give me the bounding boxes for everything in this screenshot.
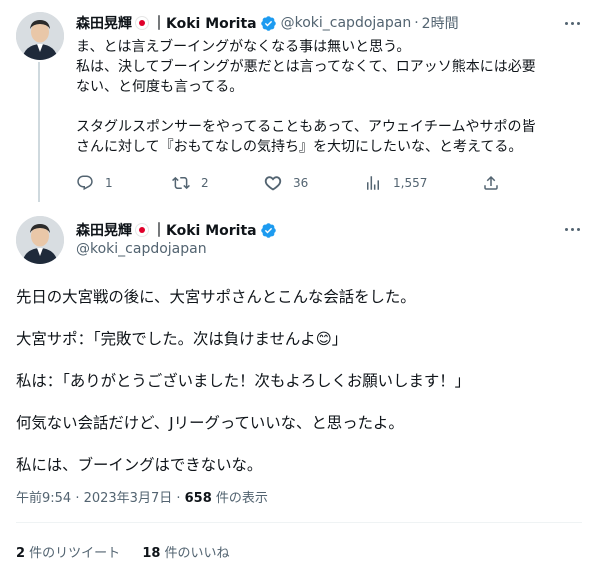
reply-button[interactable]: 1 xyxy=(76,174,113,192)
views-label: 件の表示 xyxy=(211,491,268,506)
reply-line: さんに対して『おもてなしの気持ち』を大切にしたいな、と考えてる。 xyxy=(76,139,523,155)
views-button[interactable]: 1,557 xyxy=(364,174,427,192)
share-icon xyxy=(484,175,498,190)
like-count: 36 xyxy=(293,176,309,190)
tweet-stats: 2 件のリツイート 18 件のいいね xyxy=(16,542,248,561)
thread-line xyxy=(38,62,40,202)
separator: · xyxy=(414,15,419,31)
main-paragraph: 何気ない会話だけど、Jリーグっていいな、と思ったよ。 xyxy=(16,414,404,432)
retweets-stat[interactable]: 2 件のリツイート xyxy=(16,546,120,561)
main-text: 先日の大宮戦の後に、大宮サポさんとこんな会話をした。 大宮サポ：「完敗でした。次… xyxy=(16,286,470,496)
main-paragraph: 先日の大宮戦の後に、大宮サポさんとこんな会話をした。 xyxy=(16,288,416,306)
reply-actions: 1 2 36 1,557 xyxy=(76,174,506,194)
avatar[interactable] xyxy=(16,216,64,264)
retweet-count: 2 xyxy=(201,176,209,190)
author-name[interactable]: 森田晃輝 xyxy=(76,220,132,240)
author-name-suffix[interactable]: ｜Koki Morita xyxy=(152,13,257,33)
main-paragraph: 大宮サポ：「完敗でした。次は負けませんよ😊」 xyxy=(16,330,348,348)
flag-icon xyxy=(135,223,149,237)
retweets-number: 2 xyxy=(16,546,26,561)
divider xyxy=(16,522,582,523)
reply-icon xyxy=(77,175,93,191)
tweet-meta: 午前9:54 · 2023年3月7日 · 658 件の表示 xyxy=(16,487,268,506)
author-handle[interactable]: @koki_capdojapan xyxy=(281,15,412,31)
reply-line: ま、とは言えブーイングがなくなる事は無いと思う。 xyxy=(76,39,411,55)
like-icon xyxy=(264,176,282,191)
retweet-button[interactable]: 2 xyxy=(172,174,209,192)
retweet-icon xyxy=(172,176,190,190)
tweet-time[interactable]: 2時間 xyxy=(422,13,459,33)
author-handle[interactable]: @koki_capdojapan xyxy=(76,241,207,257)
reply-text: ま、とは言えブーイングがなくなる事は無いと思う。 私は、決してブーイングが悪だと… xyxy=(76,37,536,157)
reply-header: 森田晃輝 ｜Koki Morita @koki_capdojapan · 2時間 xyxy=(76,13,459,33)
main-paragraph: 私は：「ありがとうございました！次もよろしくお願いします！」 xyxy=(16,372,471,390)
views-count: 1,557 xyxy=(393,176,428,190)
likes-stat[interactable]: 18 件のいいね xyxy=(142,546,229,561)
views-number: 658 xyxy=(184,491,212,506)
main-handle-row: @koki_capdojapan xyxy=(76,241,207,257)
more-icon[interactable] xyxy=(562,13,582,33)
author-name[interactable]: 森田晃輝 xyxy=(76,13,132,33)
avatar[interactable] xyxy=(16,12,64,60)
verified-icon xyxy=(260,222,276,238)
reply-line xyxy=(76,97,536,117)
tweet-timestamp[interactable]: 午前9:54 · 2023年3月7日 · xyxy=(16,491,185,506)
reply-line: 私は、決してブーイングが悪だとは言ってなくて、ロアッソ熊本には必要 xyxy=(76,59,536,75)
likes-number: 18 xyxy=(142,546,161,561)
like-button[interactable]: 36 xyxy=(264,174,308,192)
flag-icon xyxy=(135,16,149,30)
main-header: 森田晃輝 ｜Koki Morita xyxy=(76,220,277,240)
more-icon[interactable] xyxy=(562,219,582,239)
verified-icon xyxy=(260,15,276,31)
author-name-suffix[interactable]: ｜Koki Morita xyxy=(152,220,257,240)
reply-count: 1 xyxy=(105,176,113,190)
likes-label: 件のいいね xyxy=(160,546,230,561)
retweets-label: 件のリツイート xyxy=(25,546,121,561)
views-icon xyxy=(367,176,379,190)
share-button[interactable] xyxy=(482,174,500,192)
reply-line: ない、と何度も言ってる。 xyxy=(76,79,244,95)
reply-line: スタグルスポンサーをやってることもあって、アウェイチームやサポの皆 xyxy=(76,119,536,135)
main-paragraph: 私には、ブーイングはできないな。 xyxy=(16,456,263,474)
